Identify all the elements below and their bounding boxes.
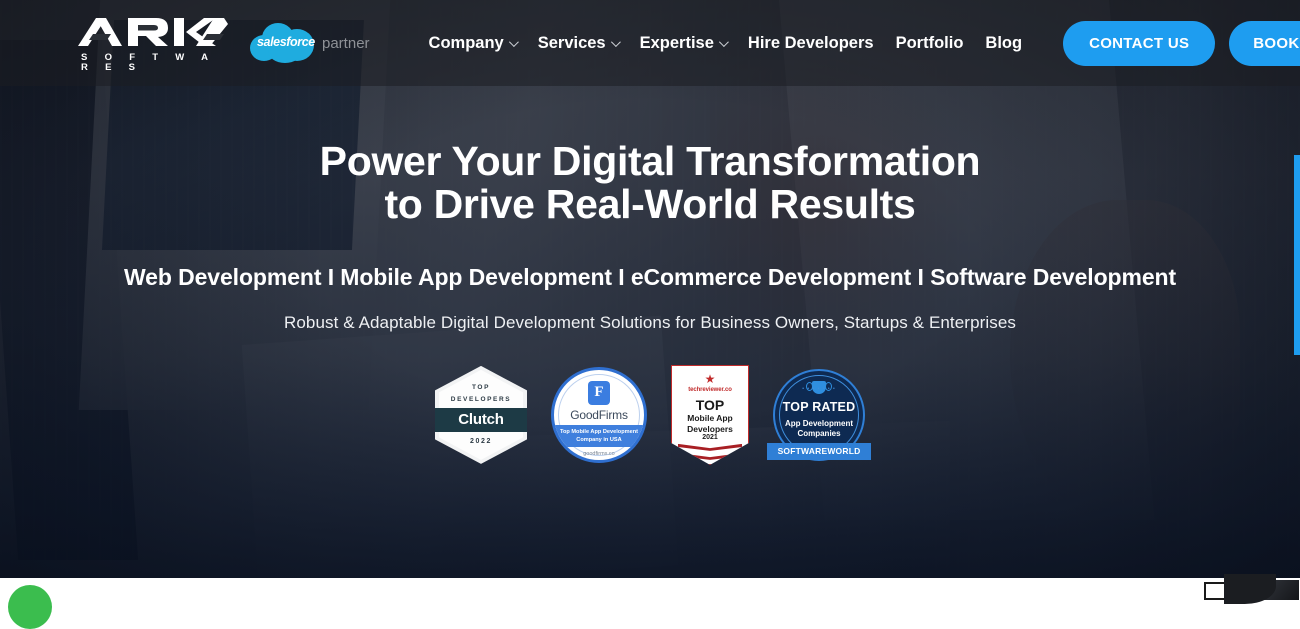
salesforce-partner-badge[interactable]: salesforce partner bbox=[250, 21, 370, 65]
page-scrollbar-thumb[interactable] bbox=[1294, 155, 1300, 355]
hero-headline: Power Your Digital Transformation to Dri… bbox=[319, 138, 981, 228]
chevron-down-icon bbox=[508, 36, 519, 47]
softwareworld-category-line-1: App Development bbox=[784, 418, 853, 428]
techreviewer-shield: ★ techreviewer.co TOP Mobile App Develop… bbox=[671, 364, 749, 465]
goodfirms-ribbon: Top Mobile App Development Company in US… bbox=[554, 424, 644, 447]
salesforce-cloud-icon: salesforce bbox=[250, 21, 316, 65]
clutch-brand-name: Clutch bbox=[458, 411, 504, 429]
arka-logo-tagline: S O F T W A R E S bbox=[81, 52, 215, 73]
chevron-decoration-icon bbox=[678, 452, 742, 460]
nav-label: Services bbox=[537, 33, 606, 52]
softwareworld-dots: • • • • • • • bbox=[802, 385, 836, 392]
nav-label: Expertise bbox=[639, 33, 714, 52]
partner-label: partner bbox=[322, 34, 370, 52]
bracket-icon bbox=[1204, 582, 1224, 600]
star-icon: ★ bbox=[704, 371, 716, 386]
techreviewer-site: techreviewer.co bbox=[688, 386, 732, 393]
techreviewer-top-label: TOP bbox=[695, 396, 725, 413]
nav-item-hire-developers[interactable]: Hire Developers bbox=[737, 34, 885, 53]
badge-goodfirms[interactable]: F GoodFirms Top Mobile App Development C… bbox=[551, 366, 647, 463]
goodfirms-brand-name: GoodFirms bbox=[570, 407, 628, 422]
award-badges-row: TOP DEVELOPERS Clutch 2022 F GoodFirms T… bbox=[435, 364, 871, 465]
techreviewer-year: 2021 bbox=[702, 433, 718, 441]
nav-item-expertise[interactable]: Expertise bbox=[629, 34, 737, 53]
clutch-top-line-1: TOP bbox=[471, 383, 491, 391]
badge-softwareworld[interactable]: • • • • • • • TOP RATED App Development … bbox=[767, 368, 871, 461]
softwareworld-banner: SOFTWAREWORLD bbox=[767, 442, 871, 460]
goodfirms-f-icon: F bbox=[588, 380, 610, 405]
book-a-call-button[interactable]: BOOK A CALL NOW bbox=[1229, 20, 1300, 66]
clutch-year: 2022 bbox=[470, 437, 492, 445]
chevron-down-icon bbox=[610, 36, 621, 47]
card-thumbnail bbox=[1224, 574, 1299, 604]
next-section bbox=[0, 578, 1300, 600]
hero-headline-line-1: Power Your Digital Transformation bbox=[319, 138, 981, 184]
site-header: S O F T W A R E S salesforce partner Com… bbox=[0, 0, 1300, 86]
nav-label: Hire Developers bbox=[747, 33, 874, 52]
nav-item-blog[interactable]: Blog bbox=[974, 34, 1033, 53]
hero-tagline: Robust & Adaptable Digital Development S… bbox=[283, 312, 1017, 332]
softwareworld-category-line-2: Companies bbox=[797, 429, 841, 439]
badge-techreviewer[interactable]: ★ techreviewer.co TOP Mobile App Develop… bbox=[671, 364, 749, 465]
goodfirms-ribbon-line-2: Company in USA bbox=[576, 436, 622, 443]
hero-subheadline: Web Development I Mobile App Development… bbox=[123, 263, 1177, 290]
salesforce-label: salesforce bbox=[257, 35, 315, 49]
techreviewer-category-line-1: Mobile App bbox=[687, 412, 733, 423]
nav-label: Portfolio bbox=[895, 33, 964, 52]
arka-wordmark-icon bbox=[78, 18, 228, 46]
contact-us-button[interactable]: CONTACT US bbox=[1063, 20, 1216, 66]
nav-label: Blog bbox=[985, 33, 1023, 52]
goodfirms-ribbon-line-1: Top Mobile App Development bbox=[559, 428, 638, 435]
softwareworld-top-label: TOP RATED bbox=[782, 399, 856, 414]
bottom-right-card-preview[interactable] bbox=[1199, 574, 1299, 604]
softwareworld-circle: • • • • • • • TOP RATED App Development … bbox=[767, 368, 871, 461]
hero-headline-line-2: to Drive Real-World Results bbox=[384, 181, 916, 228]
hero-content: Power Your Digital Transformation to Dri… bbox=[0, 0, 1300, 578]
page-scrollbar-track[interactable] bbox=[1294, 0, 1300, 600]
brand-area[interactable]: S O F T W A R E S salesforce partner bbox=[76, 14, 370, 72]
clutch-top-text: TOP DEVELOPERS bbox=[435, 382, 527, 407]
whatsapp-chat-button[interactable] bbox=[8, 585, 52, 629]
nav-item-services[interactable]: Services bbox=[527, 34, 629, 53]
techreviewer-category-line-2: Developers bbox=[687, 423, 733, 434]
chevron-down-icon bbox=[718, 36, 729, 47]
goodfirms-circle: F GoodFirms Top Mobile App Development C… bbox=[551, 366, 647, 463]
header-cta-group: CONTACT US BOOK A CALL NOW bbox=[1063, 20, 1300, 66]
chevron-decoration-icon bbox=[678, 443, 742, 451]
nav-item-portfolio[interactable]: Portfolio bbox=[885, 34, 975, 53]
nav-label: Company bbox=[428, 33, 504, 52]
arka-logo[interactable]: S O F T W A R E S bbox=[76, 14, 228, 72]
softwareworld-category: App Development Companies bbox=[779, 419, 859, 440]
clutch-name-band: Clutch bbox=[435, 407, 527, 432]
clutch-top-line-2: DEVELOPERS bbox=[450, 396, 512, 404]
main-navigation: Company Services Expertise Hire Develope… bbox=[418, 34, 1034, 53]
softwareworld-brand-name: SOFTWAREWORLD bbox=[777, 446, 861, 457]
nav-item-company[interactable]: Company bbox=[418, 34, 527, 53]
goodfirms-url: goodfirms.co bbox=[583, 450, 615, 457]
techreviewer-category: Mobile App Developers bbox=[672, 413, 748, 434]
badge-clutch[interactable]: TOP DEVELOPERS Clutch 2022 bbox=[435, 365, 527, 464]
